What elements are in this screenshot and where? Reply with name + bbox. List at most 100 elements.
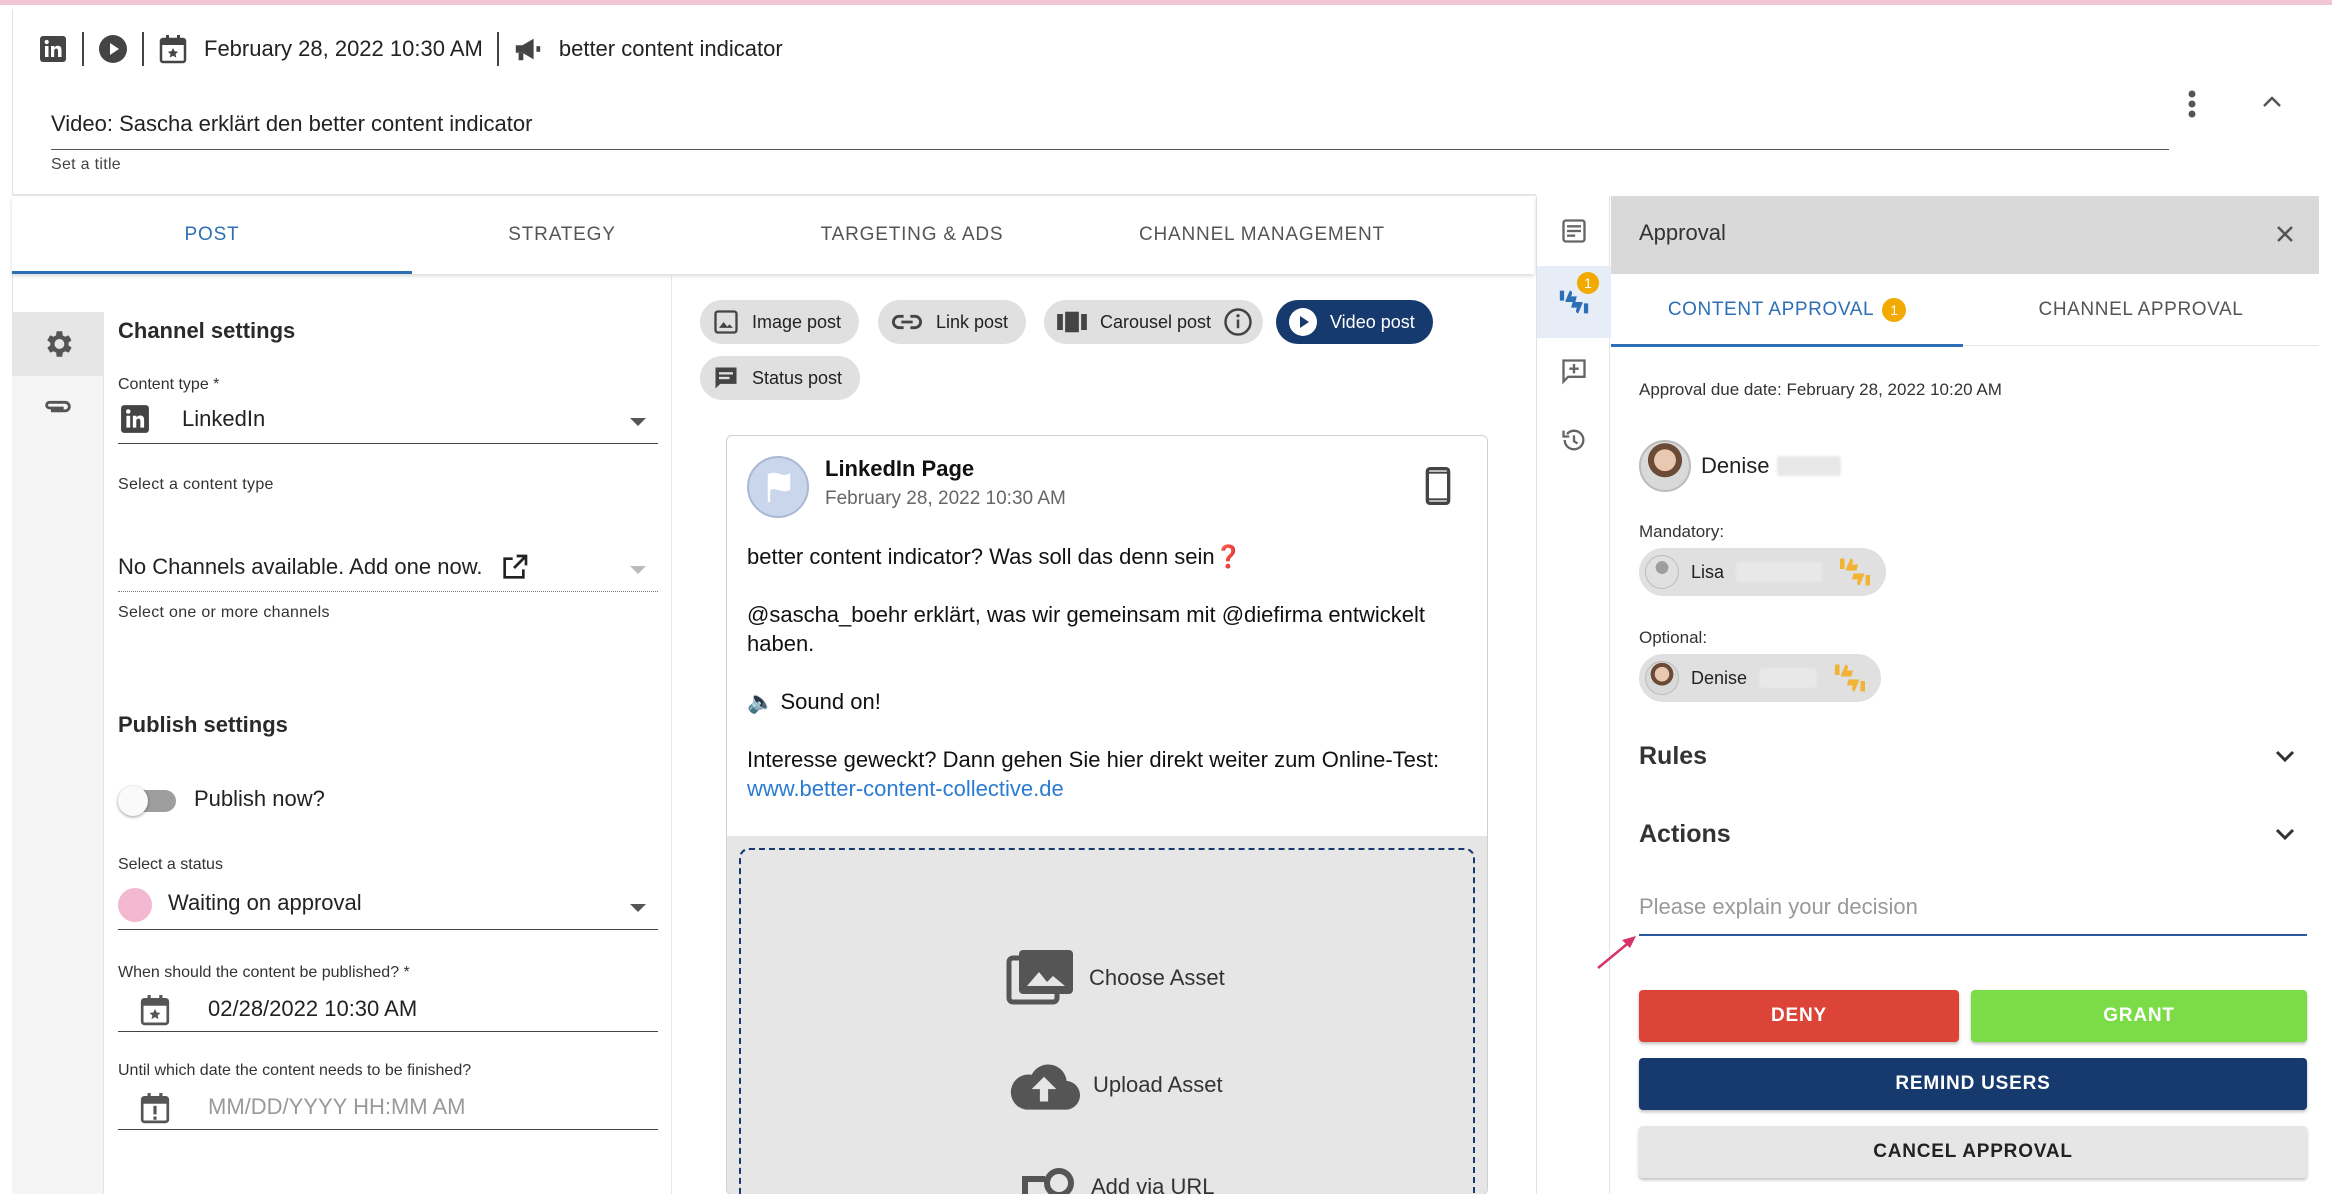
publish-date-value: 02/28/2022 10:30 AM	[208, 996, 418, 1021]
status-value: Waiting on approval	[168, 890, 362, 915]
approval-tabs: CONTENT APPROVAL 1 CHANNEL APPROVAL	[1611, 274, 2319, 347]
optional-label: Optional:	[1639, 628, 1708, 647]
attachment-icon	[45, 400, 71, 413]
upload-asset-button[interactable]: Upload Asset	[1007, 1060, 1223, 1110]
preview-link[interactable]: www.better-content-collective.de	[747, 774, 1467, 803]
mandatory-label: Mandatory:	[1639, 522, 1725, 541]
avatar	[1639, 440, 1691, 492]
megaphone-icon	[513, 34, 543, 64]
grant-button[interactable]: GRANT	[1971, 990, 2307, 1042]
divider	[82, 32, 84, 66]
history-icon	[1562, 429, 1585, 451]
post-preview-card: LinkedIn Page February 28, 2022 10:30 AM…	[726, 435, 1488, 1194]
preview-line-2: @sascha_boehr erklärt, was wir gemeinsam…	[747, 602, 1426, 656]
upload-asset-label: Upload Asset	[1093, 1072, 1223, 1097]
chevron-down-icon	[2275, 828, 2295, 841]
tab-content-approval[interactable]: CONTENT APPROVAL 1	[1611, 274, 1963, 347]
question-mark-emoji: ❓	[1214, 544, 1242, 569]
comment-icon	[715, 367, 737, 389]
publish-settings-heading: Publish settings	[118, 712, 288, 737]
play-circle-icon	[98, 34, 128, 64]
cloud-upload-icon	[1010, 1064, 1081, 1110]
channels-value: No Channels available. Add one now.	[118, 554, 483, 579]
side-panel-rail: 1	[1536, 196, 1611, 1194]
settings-rail-item[interactable]	[12, 312, 104, 376]
tab-channel-management[interactable]: CHANNEL MANAGEMENT	[1112, 196, 1412, 274]
actions-accordion[interactable]: Actions	[1639, 814, 2299, 854]
mandatory-approver-chip[interactable]: Lisa	[1639, 548, 1887, 596]
mobile-phone-icon[interactable]	[1423, 466, 1453, 506]
top-accent-line	[0, 0, 2332, 8]
rail-item-comments[interactable]	[1537, 338, 1611, 404]
status-post-chip[interactable]: Status post	[700, 356, 861, 400]
publish-now-label: Publish now?	[194, 786, 325, 811]
thumbs-up-down-icon	[1840, 558, 1871, 586]
video-post-label: Video post	[1330, 311, 1415, 332]
tab-strategy[interactable]: STRATEGY	[412, 196, 712, 274]
mandatory-approver-name: Lisa	[1691, 561, 1725, 582]
tab-channel-approval[interactable]: CHANNEL APPROVAL	[1963, 274, 2319, 346]
rail-item-history[interactable]	[1537, 404, 1611, 476]
preview-page-name: LinkedIn Page	[825, 456, 975, 481]
add-via-url-button[interactable]: Add via URL	[1019, 1162, 1215, 1194]
approval-due-date: Approval due date: February 28, 2022 10:…	[1639, 380, 2002, 399]
content-approval-badge: 1	[1882, 298, 1907, 322]
link-post-chip[interactable]: Link post	[878, 300, 1027, 344]
channels-help: Select one or more channels	[118, 604, 330, 621]
owner-name: Denise	[1701, 453, 1770, 478]
content-type-help: Select a content type	[118, 476, 274, 493]
gear-icon	[47, 331, 72, 357]
remind-users-button[interactable]: REMIND USERS	[1639, 1058, 2307, 1110]
finish-date-label: Until which date the content needs to be…	[118, 1062, 472, 1079]
more-vert-icon[interactable]	[2180, 84, 2204, 124]
toggle-knob	[118, 786, 148, 816]
optional-approver-chip[interactable]: Denise	[1639, 654, 1882, 702]
publish-now-toggle[interactable]	[118, 786, 176, 816]
redacted-surname	[1759, 668, 1818, 688]
dropdown-caret-icon	[630, 418, 646, 426]
video-post-chip[interactable]: Video post	[1276, 300, 1433, 344]
page-avatar	[747, 456, 809, 518]
collapse-chevron-up-icon[interactable]	[2258, 88, 2286, 116]
choose-asset-button[interactable]: Choose Asset	[1005, 946, 1225, 1010]
cancel-approval-button[interactable]: CANCEL APPROVAL	[1639, 1126, 2307, 1178]
status-select[interactable]: Waiting on approval	[118, 882, 658, 930]
attachments-rail-item[interactable]	[12, 376, 104, 440]
finish-date-field[interactable]: MM/DD/YYYY HH:MM AM	[118, 1086, 658, 1130]
rail-item-notes[interactable]	[1537, 196, 1611, 266]
calendar-star-icon[interactable]	[140, 994, 170, 1026]
flag-icon	[767, 472, 791, 502]
close-icon[interactable]	[2271, 220, 2299, 248]
deny-button[interactable]: DENY	[1639, 990, 1959, 1042]
calendar-star-icon	[158, 34, 188, 64]
carousel-post-chip[interactable]: Carousel post	[1044, 300, 1264, 344]
rail-item-approval[interactable]: 1	[1537, 266, 1611, 338]
preview-body-text: better content indicator? Was soll das d…	[747, 542, 1467, 803]
asset-drop-zone[interactable]	[739, 848, 1475, 1194]
actions-label: Actions	[1639, 819, 1731, 848]
publish-date-field[interactable]: 02/28/2022 10:30 AM	[118, 988, 658, 1032]
campaign-name[interactable]: better content indicator	[559, 36, 783, 62]
avatar	[1645, 661, 1679, 695]
preview-line-4: Interesse geweckt? Dann gehen Sie hier d…	[747, 747, 1440, 772]
decision-input[interactable]: Please explain your decision	[1639, 884, 2307, 936]
dropdown-caret-icon	[630, 566, 646, 574]
finish-date-placeholder: MM/DD/YYYY HH:MM AM	[208, 1094, 466, 1119]
title-input[interactable]	[51, 108, 2169, 140]
divider	[142, 32, 144, 66]
image-post-chip[interactable]: Image post	[700, 300, 860, 344]
thumbs-up-down-icon	[1835, 664, 1866, 692]
tab-targeting-ads[interactable]: TARGETING & ADS	[712, 196, 1112, 274]
content-type-select[interactable]: LinkedIn	[118, 404, 658, 444]
calendar-alert-icon[interactable]	[140, 1092, 170, 1124]
image-post-label: Image post	[752, 311, 842, 332]
title-field[interactable]	[51, 108, 2169, 150]
tab-post[interactable]: POST	[12, 196, 412, 274]
open-in-new-icon[interactable]	[498, 552, 530, 584]
decision-placeholder: Please explain your decision	[1639, 894, 1918, 919]
rules-accordion[interactable]: Rules	[1639, 736, 2299, 776]
info-icon[interactable]	[1223, 307, 1253, 337]
status-color-dot	[118, 888, 152, 922]
channels-select[interactable]: No Channels available. Add one now.	[118, 544, 658, 592]
channel-settings-column: Channel settings Content type * LinkedIn…	[104, 276, 672, 1194]
